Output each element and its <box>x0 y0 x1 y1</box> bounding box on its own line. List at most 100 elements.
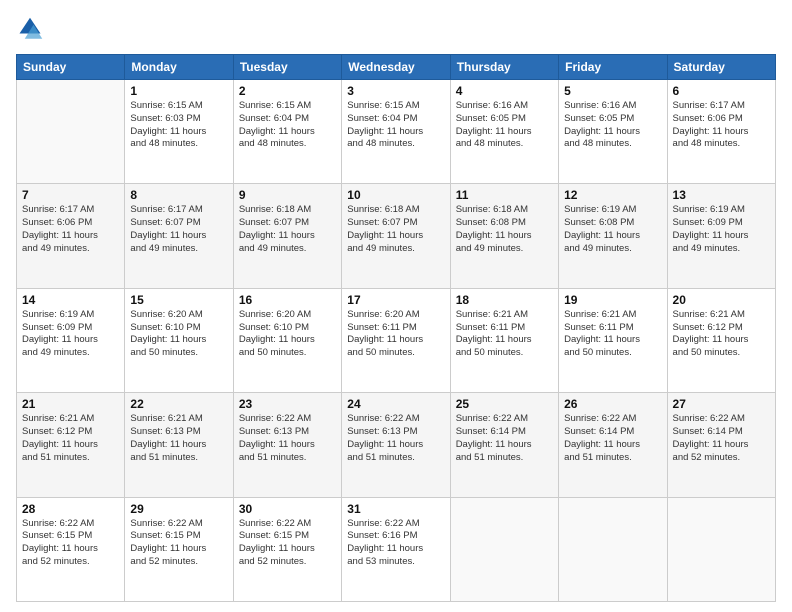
day-info: Sunrise: 6:15 AM Sunset: 6:04 PM Dayligh… <box>239 100 336 151</box>
day-number: 11 <box>456 188 553 202</box>
day-number: 14 <box>22 293 119 307</box>
calendar-cell <box>17 80 125 184</box>
calendar-header-friday: Friday <box>559 55 667 80</box>
day-info: Sunrise: 6:15 AM Sunset: 6:04 PM Dayligh… <box>347 100 444 151</box>
day-number: 22 <box>130 397 227 411</box>
day-info: Sunrise: 6:21 AM Sunset: 6:13 PM Dayligh… <box>130 413 227 464</box>
day-number: 3 <box>347 84 444 98</box>
day-info: Sunrise: 6:19 AM Sunset: 6:09 PM Dayligh… <box>673 204 770 255</box>
calendar-week-row: 28 Sunrise: 6:22 AM Sunset: 6:15 PM Dayli… <box>17 497 776 601</box>
calendar-cell: 5Sunrise: 6:16 AM Sunset: 6:05 PM Daylig… <box>559 80 667 184</box>
calendar-header-thursday: Thursday <box>450 55 558 80</box>
day-number: 2 <box>239 84 336 98</box>
day-info: Sunrise: 6:22 AM Sunset: 6:14 PM Dayligh… <box>456 413 553 464</box>
day-info: Sunrise: 6:21 AM Sunset: 6:11 PM Dayligh… <box>564 309 661 360</box>
calendar-cell: 8 Sunrise: 6:17 AM Sunset: 6:07 PM Daylig… <box>125 184 233 288</box>
day-info: Sunrise: 6:22 AM Sunset: 6:14 PM Dayligh… <box>564 413 661 464</box>
day-info: Sunrise: 6:18 AM Sunset: 6:08 PM Dayligh… <box>456 204 553 255</box>
calendar-cell <box>559 497 667 601</box>
day-number: 25 <box>456 397 553 411</box>
day-number: 24 <box>347 397 444 411</box>
calendar-cell: 21Sunrise: 6:21 AM Sunset: 6:12 PM Dayli… <box>17 393 125 497</box>
day-info: Sunrise: 6:18 AM Sunset: 6:07 PM Dayligh… <box>347 204 444 255</box>
day-info: Sunrise: 6:15 AM Sunset: 6:03 PM Dayligh… <box>130 100 227 151</box>
calendar-cell: 13 Sunrise: 6:19 AM Sunset: 6:09 PM Dayli… <box>667 184 775 288</box>
calendar-cell: 26 Sunrise: 6:22 AM Sunset: 6:14 PM Dayli… <box>559 393 667 497</box>
calendar-cell: 16Sunrise: 6:20 AM Sunset: 6:10 PM Dayli… <box>233 288 341 392</box>
day-number: 12 <box>564 188 661 202</box>
day-info: Sunrise: 6:19 AM Sunset: 6:08 PM Dayligh… <box>564 204 661 255</box>
day-info: Sunrise: 6:18 AM Sunset: 6:07 PM Dayligh… <box>239 204 336 255</box>
day-info: Sunrise: 6:17 AM Sunset: 6:06 PM Dayligh… <box>673 100 770 151</box>
calendar-cell: 14Sunrise: 6:19 AM Sunset: 6:09 PM Dayli… <box>17 288 125 392</box>
day-number: 18 <box>456 293 553 307</box>
day-number: 29 <box>130 502 227 516</box>
calendar-cell: 28 Sunrise: 6:22 AM Sunset: 6:15 PM Dayli… <box>17 497 125 601</box>
day-number: 8 <box>130 188 227 202</box>
calendar-cell: 10 Sunrise: 6:18 AM Sunset: 6:07 PM Dayli… <box>342 184 450 288</box>
calendar-cell: 27 Sunrise: 6:22 AM Sunset: 6:14 PM Dayli… <box>667 393 775 497</box>
calendar-header-saturday: Saturday <box>667 55 775 80</box>
day-number: 30 <box>239 502 336 516</box>
calendar-week-row: 1 Sunrise: 6:15 AM Sunset: 6:03 PM Daylig… <box>17 80 776 184</box>
calendar-week-row: 14Sunrise: 6:19 AM Sunset: 6:09 PM Dayli… <box>17 288 776 392</box>
calendar-header-wednesday: Wednesday <box>342 55 450 80</box>
calendar-cell: 23Sunrise: 6:22 AM Sunset: 6:13 PM Dayli… <box>233 393 341 497</box>
calendar-cell: 7 Sunrise: 6:17 AM Sunset: 6:06 PM Daylig… <box>17 184 125 288</box>
day-info: Sunrise: 6:22 AM Sunset: 6:16 PM Dayligh… <box>347 518 444 569</box>
day-info: Sunrise: 6:22 AM Sunset: 6:13 PM Dayligh… <box>239 413 336 464</box>
calendar-cell: 22 Sunrise: 6:21 AM Sunset: 6:13 PM Dayli… <box>125 393 233 497</box>
day-number: 20 <box>673 293 770 307</box>
calendar-cell: 18 Sunrise: 6:21 AM Sunset: 6:11 PM Dayli… <box>450 288 558 392</box>
day-number: 21 <box>22 397 119 411</box>
day-number: 19 <box>564 293 661 307</box>
day-number: 9 <box>239 188 336 202</box>
calendar-header-monday: Monday <box>125 55 233 80</box>
day-info: Sunrise: 6:20 AM Sunset: 6:10 PM Dayligh… <box>130 309 227 360</box>
day-number: 6 <box>673 84 770 98</box>
day-number: 17 <box>347 293 444 307</box>
calendar-cell: 19 Sunrise: 6:21 AM Sunset: 6:11 PM Dayli… <box>559 288 667 392</box>
calendar-cell: 3 Sunrise: 6:15 AM Sunset: 6:04 PM Daylig… <box>342 80 450 184</box>
day-number: 26 <box>564 397 661 411</box>
day-info: Sunrise: 6:22 AM Sunset: 6:15 PM Dayligh… <box>239 518 336 569</box>
calendar-cell: 12 Sunrise: 6:19 AM Sunset: 6:08 PM Dayli… <box>559 184 667 288</box>
calendar-cell: 2 Sunrise: 6:15 AM Sunset: 6:04 PM Daylig… <box>233 80 341 184</box>
day-number: 27 <box>673 397 770 411</box>
calendar-header-tuesday: Tuesday <box>233 55 341 80</box>
calendar-cell: 6 Sunrise: 6:17 AM Sunset: 6:06 PM Daylig… <box>667 80 775 184</box>
day-info: Sunrise: 6:22 AM Sunset: 6:15 PM Dayligh… <box>22 518 119 569</box>
day-number: 10 <box>347 188 444 202</box>
calendar-week-row: 21Sunrise: 6:21 AM Sunset: 6:12 PM Dayli… <box>17 393 776 497</box>
day-number: 13 <box>673 188 770 202</box>
day-info: Sunrise: 6:22 AM Sunset: 6:14 PM Dayligh… <box>673 413 770 464</box>
day-info: Sunrise: 6:22 AM Sunset: 6:15 PM Dayligh… <box>130 518 227 569</box>
day-number: 1 <box>130 84 227 98</box>
calendar-table: SundayMondayTuesdayWednesdayThursdayFrid… <box>16 54 776 602</box>
day-number: 7 <box>22 188 119 202</box>
day-info: Sunrise: 6:20 AM Sunset: 6:10 PM Dayligh… <box>239 309 336 360</box>
calendar-cell: 25 Sunrise: 6:22 AM Sunset: 6:14 PM Dayli… <box>450 393 558 497</box>
day-info: Sunrise: 6:21 AM Sunset: 6:11 PM Dayligh… <box>456 309 553 360</box>
logo <box>16 16 48 44</box>
page: SundayMondayTuesdayWednesdayThursdayFrid… <box>0 0 792 612</box>
day-info: Sunrise: 6:21 AM Sunset: 6:12 PM Dayligh… <box>673 309 770 360</box>
calendar-cell: 4Sunrise: 6:16 AM Sunset: 6:05 PM Daylig… <box>450 80 558 184</box>
day-info: Sunrise: 6:17 AM Sunset: 6:06 PM Dayligh… <box>22 204 119 255</box>
calendar-cell <box>667 497 775 601</box>
calendar-cell: 15 Sunrise: 6:20 AM Sunset: 6:10 PM Dayli… <box>125 288 233 392</box>
calendar-cell: 17 Sunrise: 6:20 AM Sunset: 6:11 PM Dayli… <box>342 288 450 392</box>
day-number: 15 <box>130 293 227 307</box>
calendar-cell: 11 Sunrise: 6:18 AM Sunset: 6:08 PM Dayli… <box>450 184 558 288</box>
day-info: Sunrise: 6:17 AM Sunset: 6:07 PM Dayligh… <box>130 204 227 255</box>
calendar-cell: 20 Sunrise: 6:21 AM Sunset: 6:12 PM Dayli… <box>667 288 775 392</box>
calendar-cell: 30 Sunrise: 6:22 AM Sunset: 6:15 PM Dayli… <box>233 497 341 601</box>
calendar-cell: 31Sunrise: 6:22 AM Sunset: 6:16 PM Dayli… <box>342 497 450 601</box>
calendar-cell: 1 Sunrise: 6:15 AM Sunset: 6:03 PM Daylig… <box>125 80 233 184</box>
day-number: 28 <box>22 502 119 516</box>
day-info: Sunrise: 6:20 AM Sunset: 6:11 PM Dayligh… <box>347 309 444 360</box>
calendar-header-row: SundayMondayTuesdayWednesdayThursdayFrid… <box>17 55 776 80</box>
calendar-header-sunday: Sunday <box>17 55 125 80</box>
day-info: Sunrise: 6:16 AM Sunset: 6:05 PM Dayligh… <box>456 100 553 151</box>
calendar-cell: 29 Sunrise: 6:22 AM Sunset: 6:15 PM Dayli… <box>125 497 233 601</box>
